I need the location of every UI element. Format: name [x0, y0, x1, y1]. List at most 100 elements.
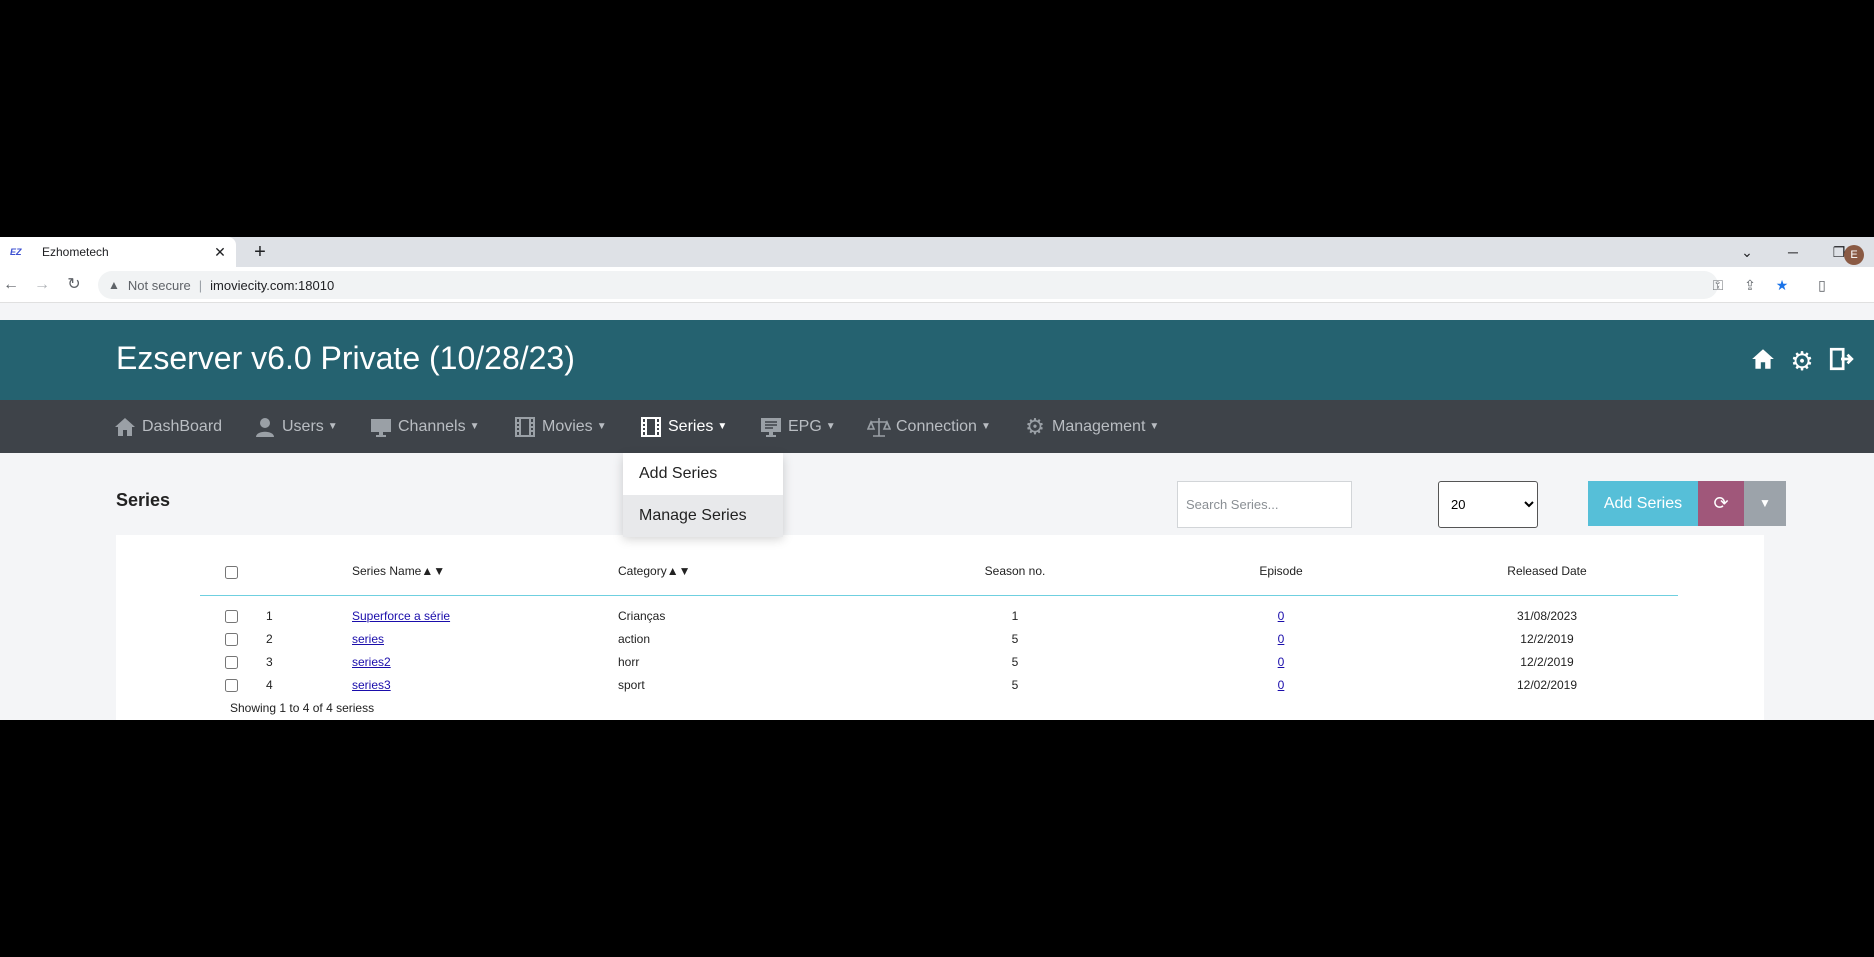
minimize-icon[interactable]: ─	[1783, 242, 1803, 262]
browser-tab[interactable]: EZ Ezhometech ✕	[0, 237, 236, 267]
gear-icon: ⚙	[1025, 413, 1045, 439]
episode-link[interactable]: 0	[1271, 632, 1291, 646]
category-cell: horr	[618, 655, 640, 669]
nav-label: Channels	[398, 417, 466, 435]
add-series-button[interactable]: Add Series	[1588, 481, 1698, 526]
nav-label: Users	[282, 417, 324, 435]
letterbox-top	[0, 0, 1874, 237]
tab-strip: EZ Ezhometech ✕ + ⌄ ─ ❐	[0, 237, 1874, 267]
released-cell: 12/2/2019	[1520, 655, 1574, 669]
per-page-select[interactable]: 20	[1438, 481, 1538, 528]
season-cell: 5	[1011, 632, 1019, 646]
user-icon	[252, 414, 278, 440]
scale-icon	[866, 414, 892, 440]
nav-series[interactable]: Series ▼	[638, 400, 727, 453]
separator: |	[198, 277, 203, 293]
series-table-card	[116, 535, 1764, 720]
page-title: Series	[116, 490, 171, 510]
season-cell: 1	[1011, 609, 1019, 623]
back-icon[interactable]: ←	[0, 274, 22, 296]
caret-down-icon: ▼	[717, 421, 728, 432]
nav-label: Management	[1052, 417, 1146, 435]
caret-down-icon: ▼	[327, 421, 338, 432]
released-cell: 12/2/2019	[1520, 632, 1574, 646]
star-icon[interactable]: ★	[1772, 275, 1792, 295]
tab-title: Ezhometech	[42, 245, 109, 259]
film-icon	[638, 414, 664, 440]
nav-label: DashBoard	[142, 417, 223, 435]
nav-movies[interactable]: Movies ▼	[512, 400, 607, 453]
nav-label: EPG	[788, 417, 822, 435]
category-cell: Crianças	[618, 609, 666, 623]
nav-dashboard[interactable]: DashBoard	[112, 400, 222, 453]
nav-epg[interactable]: EPG ▼	[758, 400, 836, 453]
main-nav: DashBoard Users ▼ Channels ▼ Movies ▼ Serie…	[0, 400, 1874, 453]
forward-icon[interactable]: →	[31, 274, 53, 296]
nav-connection[interactable]: Connection ▼	[866, 400, 991, 453]
episode-link[interactable]: 0	[1271, 678, 1291, 692]
search-input[interactable]	[1177, 481, 1352, 528]
episode-link[interactable]: 0	[1271, 655, 1291, 669]
app-title: Ezserver v6.0 Private (10/28/23)	[116, 340, 575, 376]
col-series-name[interactable]: Series Name▲▼	[352, 564, 445, 578]
profile-avatar[interactable]: E	[1844, 245, 1864, 265]
menu-item-add-series[interactable]: Add Series	[623, 453, 783, 495]
caret-down-icon: ▼	[980, 421, 991, 432]
row-checkbox[interactable]	[225, 610, 238, 623]
caret-down-icon: ▼	[469, 421, 480, 432]
season-cell: 5	[1011, 678, 1019, 692]
series-name-link[interactable]: series	[352, 632, 384, 646]
table-footer: Showing 1 to 4 of 4 seriess	[230, 701, 375, 715]
menu-item-manage-series[interactable]: Manage Series	[623, 495, 783, 537]
home-icon	[112, 414, 138, 440]
nav-management[interactable]: ⚙ Management ▼	[1022, 400, 1159, 453]
header-divider	[200, 595, 1678, 596]
col-category[interactable]: Category▲▼	[618, 564, 690, 578]
nav-label: Series	[668, 417, 714, 435]
browser-window: EZ Ezhometech ✕ + ⌄ ─ ❐ ← → ↻ ▲ Not secu…	[0, 237, 1874, 720]
nav-users[interactable]: Users ▼	[252, 400, 338, 453]
nav-channels[interactable]: Channels ▼	[368, 400, 480, 453]
caret-down-icon: ▼	[825, 421, 836, 432]
chevron-down-icon[interactable]: ⌄	[1737, 242, 1757, 262]
series-name-link[interactable]: Superforce a série	[352, 609, 450, 623]
season-cell: 5	[1011, 655, 1019, 669]
row-checkbox[interactable]	[225, 633, 238, 646]
select-all-checkbox[interactable]	[225, 566, 238, 579]
episode-link[interactable]: 0	[1271, 609, 1291, 623]
series-name-link[interactable]: series2	[352, 655, 391, 669]
caret-down-icon: ▼	[1149, 421, 1160, 432]
nav-label: Connection	[896, 417, 977, 435]
row-checkbox[interactable]	[225, 656, 238, 669]
gear-icon[interactable]: ⚙	[1787, 346, 1817, 376]
key-icon[interactable]: ⚿	[1708, 275, 1728, 295]
url-text: imoviecity.com:18010	[210, 277, 335, 293]
series-name-link[interactable]: series3	[352, 678, 391, 692]
nav-label: Movies	[542, 417, 593, 435]
address-bar[interactable]: ▲ Not secure | imoviecity.com:18010	[98, 271, 1718, 299]
series-dropdown-menu: Add Series Manage Series	[623, 453, 783, 537]
home-icon[interactable]	[1748, 346, 1778, 376]
col-season: Season no.	[984, 564, 1046, 578]
warning-icon: ▲	[108, 278, 120, 292]
row-index: 2	[266, 632, 273, 646]
category-cell: action	[618, 632, 651, 646]
logout-icon[interactable]	[1826, 346, 1856, 376]
reload-icon[interactable]: ↻	[63, 274, 85, 296]
favicon-icon: EZ	[10, 247, 22, 257]
film-icon	[512, 414, 538, 440]
refresh-icon: ⟳	[1713, 493, 1729, 513]
screen-list-icon	[758, 414, 784, 440]
monitor-icon	[368, 414, 394, 440]
side-panel-icon[interactable]: ▯	[1812, 275, 1832, 295]
row-checkbox[interactable]	[225, 679, 238, 692]
more-options-button[interactable]: ▼	[1744, 481, 1786, 526]
share-icon[interactable]: ⇪	[1740, 275, 1760, 295]
released-cell: 31/08/2023	[1516, 609, 1578, 623]
new-tab-icon[interactable]: +	[248, 240, 272, 264]
refresh-button[interactable]: ⟳	[1698, 481, 1744, 526]
browser-toolbar: ← → ↻ ▲ Not secure | imoviecity.com:1801…	[0, 267, 1874, 303]
close-tab-icon[interactable]: ✕	[212, 244, 228, 260]
col-episode: Episode	[1259, 564, 1303, 578]
not-secure-label: Not secure	[127, 277, 191, 293]
